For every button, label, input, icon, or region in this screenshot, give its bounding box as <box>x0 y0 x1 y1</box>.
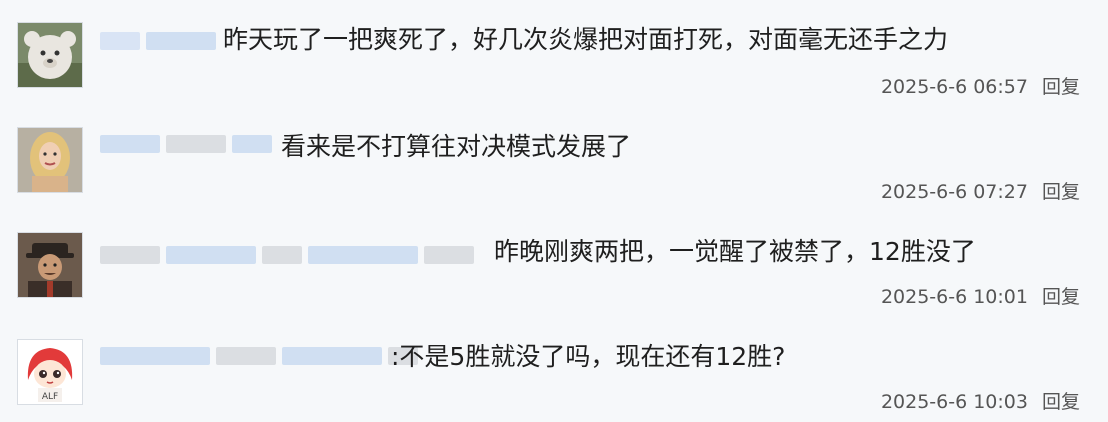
reply-button[interactable]: 回复 <box>1042 76 1080 98</box>
comment-meta: 2025-6-6 10:01 回复 <box>881 282 1080 309</box>
comment-meta: 2025-6-6 10:03 回复 <box>881 387 1080 414</box>
comment-text: :不是5胜就没了吗，现在还有12胜? <box>391 342 786 371</box>
comment-text: 昨天玩了一把爽死了，好几次炎爆把对面打死，对面毫无还手之力 <box>223 25 949 54</box>
username-blurred[interactable] <box>100 133 272 155</box>
comment-item: 昨天玩了一把爽死了，好几次炎爆把对面打死，对面毫无还手之力 2025-6-6 0… <box>0 0 1108 105</box>
plush-bear-avatar-icon[interactable] <box>17 22 83 88</box>
man-in-hat-avatar-icon[interactable] <box>17 232 83 298</box>
blonde-woman-avatar-icon[interactable] <box>17 127 83 193</box>
comment-meta: 2025-6-6 06:57 回复 <box>881 72 1080 99</box>
comment-text: 看来是不打算往对决模式发展了 <box>281 132 632 161</box>
comment-meta: 2025-6-6 07:27 回复 <box>881 177 1080 204</box>
comment-item: 看来是不打算往对决模式发展了 2025-6-6 07:27 回复 <box>0 105 1108 210</box>
username-blurred[interactable] <box>100 244 474 266</box>
comment-timestamp: 2025-6-6 10:03 <box>880 391 1028 413</box>
red-haired-anime-girl-avatar-icon[interactable]: ALF <box>17 339 83 405</box>
comment-text: 昨晚刚爽两把，一觉醒了被禁了，12胜没了 <box>494 237 976 266</box>
username-blurred[interactable] <box>100 345 418 367</box>
comment-item: 昨晚刚爽两把，一觉醒了被禁了，12胜没了 2025-6-6 10:01 回复 <box>0 210 1108 315</box>
comment-item: ALF :不是5胜就没了吗，现在还有12胜? 2025-6-6 10:03 回复 <box>0 315 1108 422</box>
comment-timestamp: 2025-6-6 06:57 <box>880 76 1028 98</box>
reply-button[interactable]: 回复 <box>1042 391 1080 413</box>
comment-timestamp: 2025-6-6 07:27 <box>880 181 1028 203</box>
reply-button[interactable]: 回复 <box>1042 181 1080 203</box>
username-blurred[interactable] <box>100 30 216 52</box>
reply-button[interactable]: 回复 <box>1042 286 1080 308</box>
comment-timestamp: 2025-6-6 10:01 <box>880 286 1028 308</box>
svg-text:ALF: ALF <box>42 392 58 402</box>
